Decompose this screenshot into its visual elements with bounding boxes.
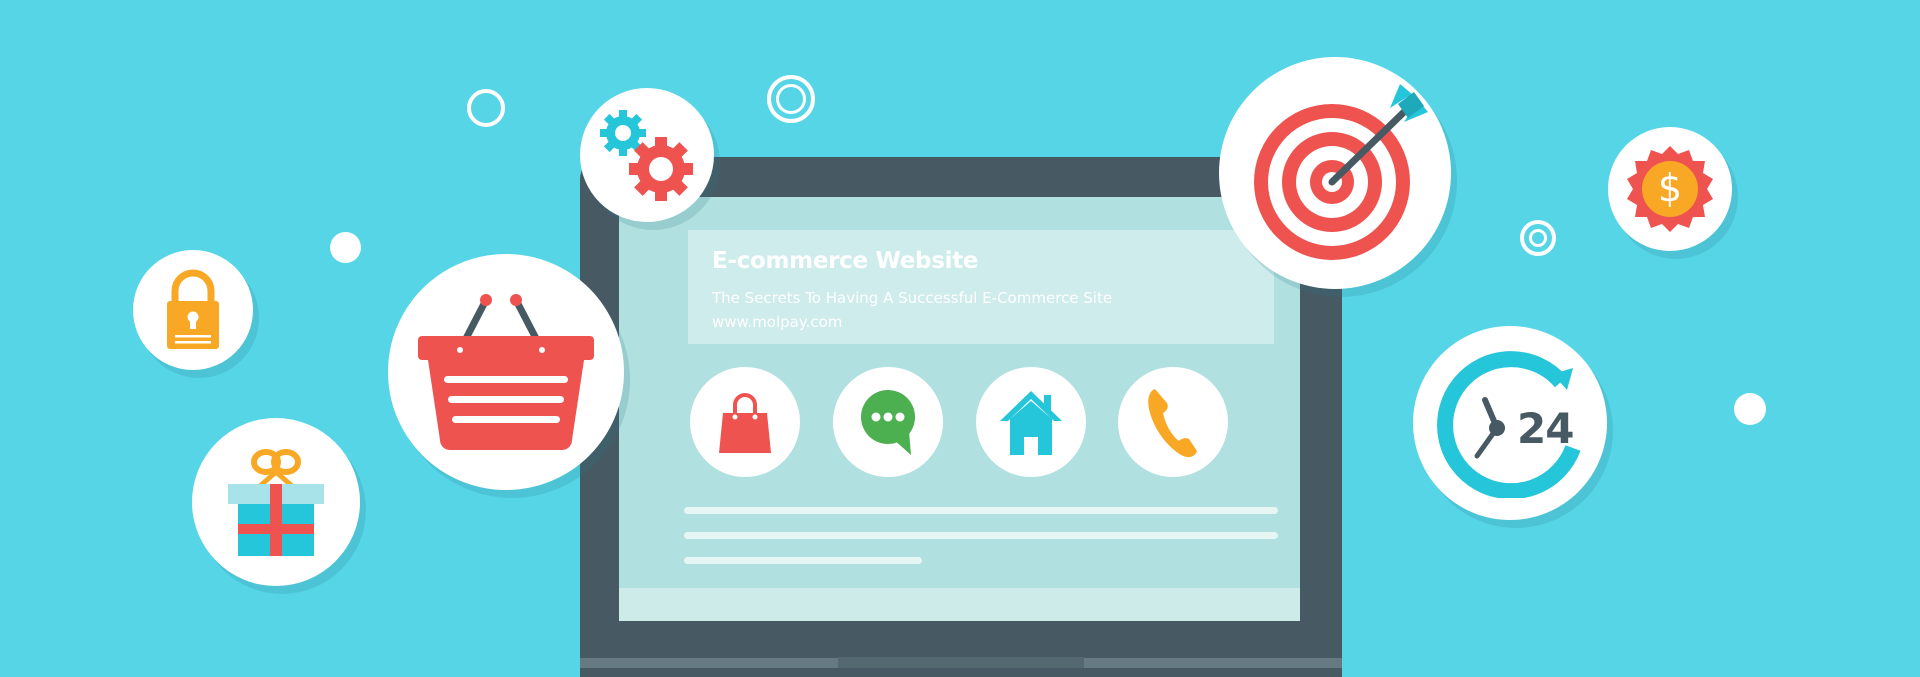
page-title: E-commerce Website [712,248,979,274]
phone-button[interactable] [1118,367,1228,477]
coin-symbol: $ [1657,166,1683,210]
coin-icon: $ [1623,142,1717,236]
clock-label: 24 [1517,404,1574,453]
screen-footer-strip [619,588,1300,621]
clock-bubble: 24 [1413,326,1607,520]
home-icon [1000,391,1062,455]
decorative-ring [767,75,815,123]
page: { "screen": { "title": "E-commerce Websi… [0,0,1920,677]
shopping-bag-button[interactable] [690,367,800,477]
clock-24-icon: 24 [1435,348,1585,498]
gears-icon [600,110,693,201]
gift-icon [228,449,324,556]
header-card: E-commerce Website The Secrets To Having… [688,230,1274,344]
coin-bubble: $ [1608,127,1732,251]
chat-bubble-icon [861,390,915,455]
basket-bubble [388,254,624,490]
shopping-bag-icon [719,393,771,453]
lock-bubble [133,250,253,370]
text-placeholder-line [684,532,1278,539]
decorative-ring [1520,220,1556,256]
gears-bubble [580,88,714,222]
target-icon [1254,84,1428,260]
home-button[interactable] [976,367,1086,477]
lock-icon [167,269,219,349]
gift-bubble [192,418,360,586]
phone-icon [1148,389,1197,458]
basket-icon [418,294,594,450]
site-url: www.molpay.com [712,313,843,331]
decorative-ring [467,89,505,127]
page-subtitle: The Secrets To Having A Successful E-Com… [712,289,1113,307]
target-bubble [1219,57,1451,289]
laptop-notch [838,657,1084,668]
chat-button[interactable] [833,367,943,477]
decorative-dot [330,232,361,263]
decorative-dot [1734,393,1766,425]
text-placeholder-line [684,507,1278,514]
text-placeholder-line [684,557,922,564]
